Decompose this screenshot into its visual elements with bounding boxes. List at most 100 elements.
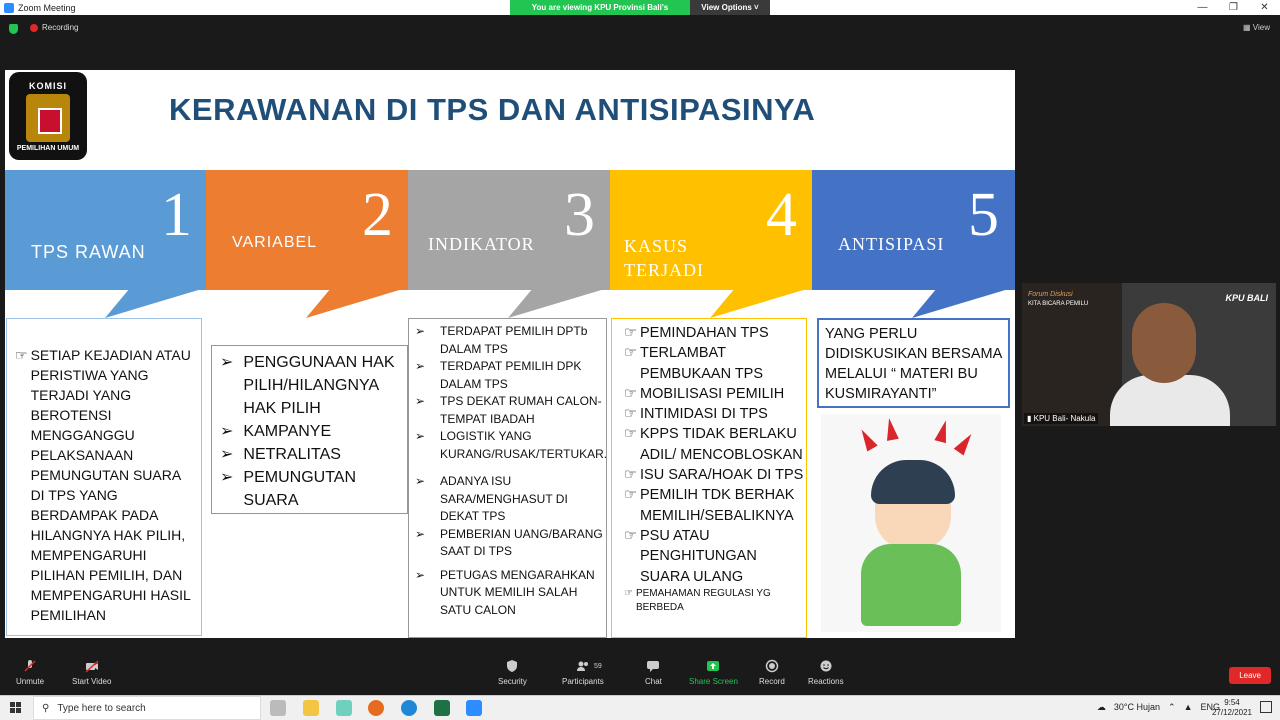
kpu-logo: KOMISI PEMILIHAN UMUM (9, 72, 87, 160)
reactions-button[interactable]: Reactions (808, 659, 844, 686)
toolbar-label: Record (759, 677, 785, 686)
pain-bolt-icon (953, 430, 977, 456)
tab-indikator: 3 INDIKATOR (408, 170, 611, 290)
forum-banner: Forum Diskusi KITA BICARA PEMILU (1022, 283, 1122, 426)
view-options-button[interactable]: View Options ˅ (690, 0, 770, 15)
arrow-bullet-icon: ➢ (220, 354, 234, 371)
list-item: ➢ TERDAPAT PEMILIH DPK DALAM TPS (415, 358, 603, 393)
weather-icon[interactable]: ☁ (1097, 702, 1106, 713)
antisipasi-text: YANG PERLU DIDISKUSIKAN BERSAMA MELALUI … (825, 326, 1002, 402)
tps-rawan-definition: ☞ SETIAP KEJADIAN ATAU PERISTIWA YANG TE… (6, 318, 202, 636)
maximize-button[interactable]: ❐ (1218, 0, 1249, 15)
pain-bolt-icon (934, 418, 952, 444)
item-text: PEMBERIAN UANG/BARANG SAAT DI TPS (440, 526, 603, 559)
list-item: ☞ PSU ATAU PENGHITUNGAN SUARA ULANG (624, 526, 804, 587)
search-placeholder: Type here to search (57, 702, 146, 714)
weather-text[interactable]: 30°C Hujan (1114, 702, 1160, 713)
item-text: TERLAMBAT PEMBUKAAN TPS (640, 345, 764, 382)
toolbar-label: Chat (645, 677, 662, 686)
encryption-shield-icon[interactable] (9, 24, 18, 34)
item-text: PEMUNGUTAN SUARA (243, 469, 356, 509)
mic-muted-icon (24, 660, 36, 672)
item-text: KPPS TIDAK BERLAKU ADIL/ MENCOBLOSKAN (640, 426, 803, 463)
pointing-hand-icon: ☞ (624, 406, 637, 423)
item-text: NETRALITAS (243, 446, 341, 463)
excel-icon[interactable] (434, 700, 450, 716)
tab-label: INDIKATOR (428, 234, 535, 254)
record-button[interactable]: Record (759, 659, 785, 686)
tab-number: 5 (968, 181, 999, 249)
toolbar-label: Participants (562, 677, 604, 686)
participant-name-text: KPU Bali- Nakula (1033, 414, 1096, 423)
indikator-list: ➢ TERDAPAT PEMILIH DPTb DALAM TPS ➢ TERDAP… (408, 318, 607, 638)
taskbar-clock[interactable]: 9:54 27/12/2021 (1212, 698, 1252, 718)
participant-name: ▮ KPU Bali- Nakula (1024, 413, 1099, 424)
share-screen-button[interactable]: Share Screen (689, 659, 738, 686)
shirt-shape (861, 544, 961, 626)
arrow-bullet-icon: ➢ (220, 469, 234, 486)
arrow-bullet-icon: ➢ (220, 446, 234, 463)
participant-face (1132, 303, 1196, 383)
window-controls: — ❐ ✕ (1187, 0, 1280, 15)
item-text: TERDAPAT PEMILIH DPTb DALAM TPS (440, 324, 588, 356)
windows-start-icon[interactable] (10, 702, 22, 714)
pointing-hand-icon: ☞ (624, 487, 637, 504)
firefox-icon[interactable] (368, 700, 384, 716)
view-label: View (1252, 23, 1270, 32)
pointing-hand-icon: ☞ (624, 527, 637, 544)
pointing-hand-icon: ☞ (624, 345, 637, 362)
list-item: ➢ PEMBERIAN UANG/BARANG SAAT DI TPS (415, 526, 603, 561)
start-video-button[interactable]: Start Video (72, 659, 111, 686)
recording-indicator[interactable]: Recording (30, 23, 78, 32)
file-explorer-icon[interactable] (303, 700, 319, 716)
arrow-bullet-icon: ➢ (415, 359, 426, 373)
item-text: TERDAPAT PEMILIH DPK DALAM TPS (440, 359, 582, 391)
pointing-hand-icon: ☞ (624, 385, 637, 402)
tab-label: ANTISIPASI (838, 234, 945, 254)
close-button[interactable]: ✕ (1249, 0, 1280, 15)
security-button[interactable]: Security (498, 659, 527, 686)
copilot-icon[interactable] (336, 700, 352, 716)
view-button[interactable]: ▦ View (1243, 23, 1270, 32)
list-item: ➢ KAMPANYE (220, 420, 403, 443)
list-item: ➢ LOGISTIK YANG KURANG/RUSAK/TERTUKAR. (415, 428, 607, 463)
network-icon[interactable]: ▲ (1184, 702, 1193, 713)
grid-view-icon: ▦ (1243, 23, 1253, 32)
taskbar-search-input[interactable]: ⚲ Type here to search (33, 696, 261, 720)
system-tray: ☁ 30°C Hujan ⌃ ▲ ENG (1097, 702, 1220, 713)
antisipasi-box: YANG PERLU DIDISKUSIKAN BERSAMA MELALUI … (817, 318, 1010, 408)
minimize-button[interactable]: — (1187, 0, 1218, 15)
list-item: ☞ KPPS TIDAK BERLAKU ADIL/ MENCOBLOSKAN (624, 424, 804, 465)
reactions-icon (820, 660, 832, 672)
item-text: TPS DEKAT RUMAH CALON- TEMPAT IBADAH (440, 394, 602, 426)
banner-title: Forum Diskusi (1028, 291, 1073, 298)
chat-button[interactable]: Chat (645, 659, 662, 686)
chat-icon (647, 661, 660, 672)
chevron-up-icon[interactable]: ⌃ (1168, 702, 1176, 713)
tab-kasus-terjadi: 4 KASUS TERJADI (610, 170, 813, 290)
edge-icon[interactable] (401, 700, 417, 716)
participant-body (1110, 375, 1230, 426)
pain-bolt-icon (883, 417, 899, 441)
item-text: PEMILIH TDK BERHAK MEMILIH/SEBALIKNYA (640, 487, 795, 524)
leave-button[interactable]: Leave (1229, 667, 1271, 684)
logo-text-bottom: PEMILIHAN UMUM (16, 144, 80, 152)
unmute-button[interactable]: Unmute (16, 659, 44, 686)
kpu-bali-brand: KPU BALI (1225, 293, 1269, 303)
pointing-hand-icon: ☞ (624, 587, 633, 599)
pointing-hand-icon: ☞ (624, 426, 637, 443)
zoom-app-icon (4, 2, 14, 13)
task-view-icon[interactable] (270, 700, 286, 716)
windows-taskbar: ⚲ Type here to search ☁ 30°C Hujan ⌃ ▲ E… (0, 695, 1280, 720)
window-title: Zoom Meeting (18, 2, 76, 13)
toolbar-label: Reactions (808, 677, 844, 686)
notification-icon[interactable] (1260, 701, 1272, 713)
list-item: ☞ INTIMIDASI DI TPS (624, 404, 804, 424)
participants-count: 59 (594, 663, 602, 670)
tab-number: 4 (766, 181, 797, 249)
tab-antisipasi: 5 ANTISIPASI (812, 170, 1015, 290)
item-text: ADANYA ISU SARA/MENGHASUT DI DEKAT TPS (440, 474, 568, 523)
zoom-taskbar-icon[interactable] (466, 700, 482, 716)
participant-video-tile[interactable]: Forum Diskusi KITA BICARA PEMILU KPU BAL… (1022, 283, 1276, 426)
signal-bars-icon: ▮ (1027, 414, 1034, 423)
